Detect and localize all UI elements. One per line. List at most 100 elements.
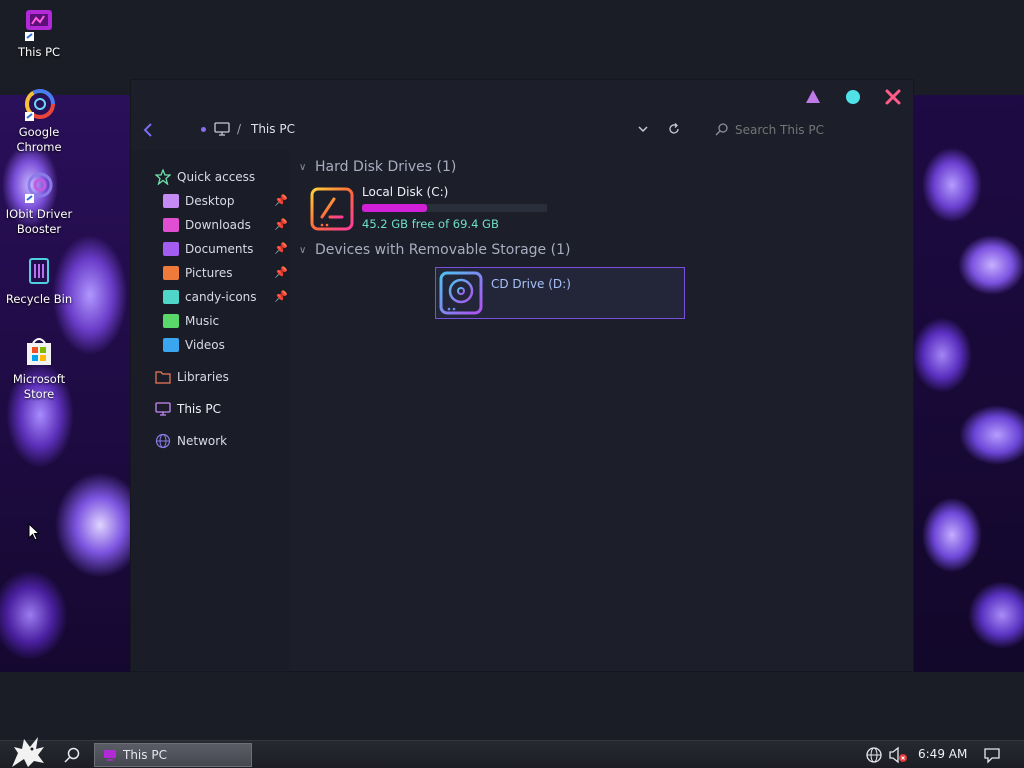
desktop-icon-label: IObit Driver Booster <box>5 207 73 236</box>
drive-usage-bar <box>362 204 547 212</box>
sidebar-item-candy-icons[interactable]: candy-icons <box>163 287 257 307</box>
sidebar-item-label: Downloads <box>185 218 251 232</box>
drive-usage-fill <box>362 204 427 212</box>
refresh-button[interactable] <box>667 122 681 139</box>
desktop-icon-microsoft-store[interactable]: Microsoft Store <box>4 335 74 402</box>
sidebar-item-this-pc[interactable]: This PC <box>155 399 221 419</box>
libraries-folder-icon <box>155 371 171 384</box>
folder-icon <box>163 314 179 328</box>
taskbar-search-button[interactable] <box>63 746 81 767</box>
pin-icon: 📌 <box>274 242 288 255</box>
volume-muted-icon <box>889 746 907 764</box>
back-button[interactable] <box>141 122 155 141</box>
group-header-label: Hard Disk Drives (1) <box>315 159 457 175</box>
navigation-pane: Quick access Desktop 📌 Downloads 📌 Docum… <box>131 150 289 670</box>
driver-booster-icon <box>22 170 56 204</box>
sidebar-item-downloads[interactable]: Downloads <box>163 215 251 235</box>
this-pc-icon <box>22 8 56 42</box>
desktop-icon-iobit-driver-booster[interactable]: IObit Driver Booster <box>4 170 74 237</box>
folder-icon <box>163 290 179 304</box>
notification-icon <box>984 748 1000 764</box>
refresh-icon <box>669 123 679 134</box>
wallpaper-right-art <box>912 95 1024 672</box>
search-input[interactable] <box>735 120 905 140</box>
folder-icon <box>163 218 179 232</box>
maximize-button[interactable] <box>844 88 862 106</box>
address-bar: / This PC <box>131 114 915 146</box>
desktop-icon-recycle-bin[interactable]: Recycle Bin <box>4 255 74 307</box>
language-button[interactable] <box>865 746 883 767</box>
hard-disk-icon <box>310 187 354 231</box>
action-center-button[interactable] <box>983 746 1001 767</box>
desktop-icon-google-chrome[interactable]: Google Chrome <box>4 88 74 155</box>
taskbar-item-label: This PC <box>123 748 167 762</box>
search-icon <box>64 747 80 763</box>
minimize-button[interactable] <box>804 88 822 106</box>
recycle-bin-icon <box>22 255 56 289</box>
start-button[interactable] <box>8 733 48 768</box>
file-explorer-window: / This PC Quick access Desktop 📌 Downloa… <box>130 79 914 672</box>
sidebar-item-desktop[interactable]: Desktop <box>163 191 235 211</box>
desktop-icon-label: Recycle Bin <box>5 292 73 306</box>
this-pc-icon <box>104 750 116 761</box>
circle-icon <box>846 90 860 104</box>
desktop-icon-label: Google Chrome <box>16 125 62 154</box>
address-dropdown-button[interactable] <box>637 122 649 139</box>
sidebar-item-label: candy-icons <box>185 290 257 304</box>
taskbar-item-this-pc[interactable]: This PC <box>94 743 252 767</box>
sidebar-item-label: Music <box>185 314 220 328</box>
sidebar-item-label: Quick access <box>177 170 256 184</box>
globe-icon <box>155 433 171 449</box>
drive-local-disk-c[interactable]: Local Disk (C:) 45.2 GB free of 69.4 GB <box>307 184 557 236</box>
pin-icon: 📌 <box>274 266 288 279</box>
sidebar-item-music[interactable]: Music <box>163 311 219 331</box>
sidebar-item-label: Pictures <box>185 266 233 280</box>
chrome-icon <box>22 88 56 122</box>
star-icon <box>155 169 171 185</box>
sidebar-item-label: Libraries <box>177 370 229 384</box>
taskbar: This PC 6:49 AM <box>0 737 1024 768</box>
desktop-icon-this-pc[interactable]: This PC <box>4 8 74 60</box>
drive-name: CD Drive (D:) <box>491 277 571 291</box>
desktop-icon-label: Microsoft Store <box>12 372 66 401</box>
search-icon <box>715 122 729 139</box>
pin-icon: 📌 <box>274 290 288 303</box>
sidebar-item-label: Desktop <box>185 194 235 208</box>
drive-free-space: 45.2 GB free of 69.4 GB <box>362 217 499 231</box>
sidebar-item-network[interactable]: Network <box>155 431 227 451</box>
microsoft-store-icon <box>22 335 56 369</box>
computer-icon <box>155 402 171 416</box>
folder-icon <box>163 194 179 208</box>
triangle-icon <box>806 90 820 103</box>
desktop-icon-label: This PC <box>17 45 61 59</box>
sidebar-item-label: Network <box>177 434 228 448</box>
mouse-pointer-icon <box>28 523 40 541</box>
pin-icon: 📌 <box>274 218 288 231</box>
folder-icon <box>163 338 179 352</box>
title-bar[interactable] <box>131 80 915 114</box>
folder-icon <box>163 242 179 256</box>
sidebar-item-documents[interactable]: Documents <box>163 239 253 259</box>
chevron-down-icon: ∨ <box>299 244 307 256</box>
chevron-left-icon <box>143 123 152 137</box>
chevron-down-icon: ∨ <box>299 161 307 173</box>
chevron-down-icon <box>638 126 648 133</box>
group-header-hard-disk-drives[interactable]: ∨ Hard Disk Drives (1) <box>299 159 456 175</box>
drive-cd-drive-d[interactable]: CD Drive (D:) <box>435 267 685 319</box>
sidebar-item-libraries[interactable]: Libraries <box>155 367 229 387</box>
group-header-removable-storage[interactable]: ∨ Devices with Removable Storage (1) <box>299 242 570 258</box>
close-button[interactable] <box>884 88 902 106</box>
breadcrumb-dot-icon <box>201 127 206 132</box>
cd-drive-icon <box>439 271 483 315</box>
sidebar-item-pictures[interactable]: Pictures <box>163 263 233 283</box>
breadcrumb-this-pc[interactable]: This PC <box>251 122 295 136</box>
sidebar-item-videos[interactable]: Videos <box>163 335 225 355</box>
globe-icon <box>866 747 882 763</box>
sidebar-item-quick-access[interactable]: Quick access <box>155 167 255 187</box>
computer-icon <box>214 121 230 140</box>
close-icon <box>885 89 901 105</box>
volume-button[interactable] <box>888 746 908 767</box>
sidebar-item-label: Documents <box>185 242 254 256</box>
content-pane: ∨ Hard Disk Drives (1) Local Disk (C:) 4… <box>289 150 915 670</box>
clock[interactable]: 6:49 AM <box>918 747 967 761</box>
